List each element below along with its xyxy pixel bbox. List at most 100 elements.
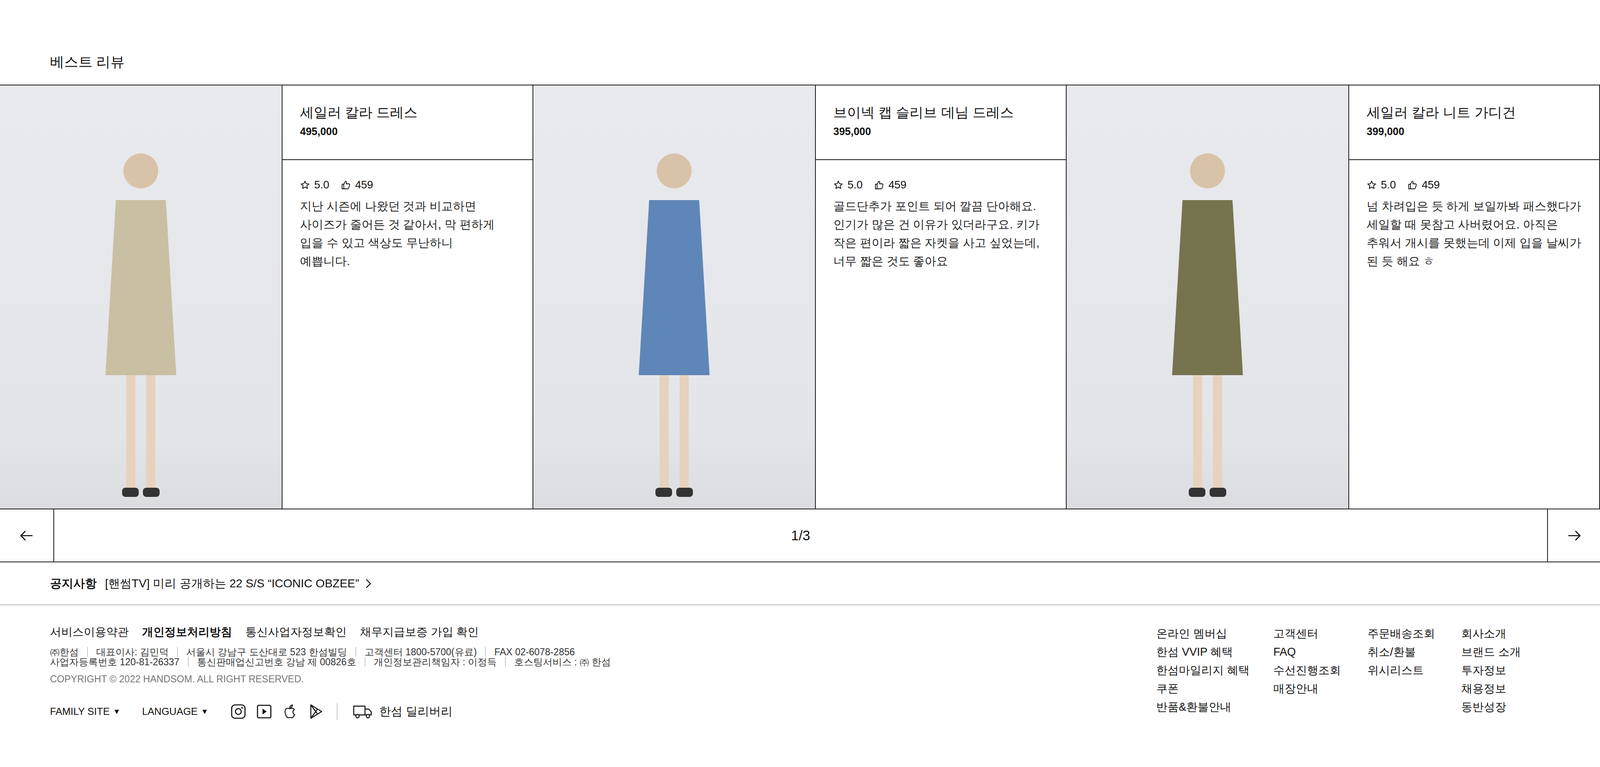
apple-icon[interactable] xyxy=(281,702,299,720)
footer-link[interactable]: 통신사업자정보확인 xyxy=(245,624,347,640)
instagram-icon[interactable] xyxy=(230,702,247,720)
footer-menu-link[interactable]: 동반성장 xyxy=(1461,697,1550,716)
footer-menu-column: 회사소개브랜드 소개투자정보채용정보동반성장 xyxy=(1461,624,1550,720)
site-select[interactable]: LANGUAGE▼ xyxy=(142,705,209,718)
arrow-right-icon[interactable] xyxy=(1565,527,1583,544)
product-price: 395,000 xyxy=(833,125,1054,138)
product-name[interactable]: 세일러 칼라 니트 가디건 xyxy=(1366,103,1587,122)
footer-menu-column: 주문배송조회취소/환불위시리스트 xyxy=(1367,624,1462,720)
footer: 서비스이용약관 개인정보처리방침 통신사업자정보확인 채무지급보증 가입 확인 ㈜한섬대… xyxy=(0,605,1600,728)
product-name[interactable]: 브이넥 캡 슬리브 데님 드레스 xyxy=(833,103,1054,122)
company-info-item: 통신판매업신고번호 강남 제 00826호 xyxy=(187,656,365,667)
footer-menu-link[interactable]: 온라인 멤버십 xyxy=(1156,624,1274,643)
review-text: 지난 시즌에 나왔던 것과 비교하면 사이즈가 줄어든 것 같아서, 막 편하게… xyxy=(300,197,516,271)
review-meta: 5.0459 xyxy=(300,178,516,192)
section-title: 베스트 리뷰 xyxy=(0,0,1600,85)
likes-count: 459 xyxy=(1421,178,1440,192)
prev-button[interactable] xyxy=(0,509,55,562)
notice-link[interactable]: [핸썸TV] 미리 공개하는 22 S/S “ICONIC OBZEE” xyxy=(105,575,373,592)
copyright: COPYRIGHT © 2022 HANDSOM. ALL RIGHT RESE… xyxy=(50,673,1157,685)
footer-info: 서비스이용약관 개인정보처리방침 통신사업자정보확인 채무지급보증 가입 확인 ㈜한섬대… xyxy=(50,624,1157,720)
model-figure-icon xyxy=(1153,141,1262,509)
notice-bar: 공지사항[핸썸TV] 미리 공개하는 22 S/S “ICONIC OBZEE” xyxy=(0,562,1600,605)
company-info-item: ㈜한섬 xyxy=(50,646,88,657)
rating: 5.0 xyxy=(314,178,330,192)
footer-menu-link[interactable]: 주문배송조회 xyxy=(1367,624,1462,643)
thumbs-up-icon[interactable] xyxy=(1407,180,1418,190)
caret-icon[interactable]: ▼ xyxy=(200,707,209,716)
footer-menu-link[interactable]: 한섬 VVIP 혜택 xyxy=(1156,642,1274,661)
footer-links: 서비스이용약관 개인정보처리방침 통신사업자정보확인 채무지급보증 가입 확인 xyxy=(50,624,1157,640)
site-select[interactable]: FAMILY SITE▼ xyxy=(50,705,121,718)
social-links xyxy=(230,702,338,720)
product-photo[interactable] xyxy=(0,85,283,509)
truck-icon[interactable] xyxy=(352,703,373,719)
review-meta: 5.0 459 xyxy=(833,178,1050,192)
footer-bottom: FAMILY SITE▼LANGUAGE▼한섬 딜리버리 xyxy=(50,702,1157,720)
footer-menu-link[interactable]: 쿠폰 xyxy=(1156,679,1274,698)
footer-menu-link[interactable]: FAQ xyxy=(1273,642,1368,661)
company-info-item: 고객센터 1800-5700(유료) xyxy=(355,646,486,657)
footer-menu-link[interactable]: 취소/환불 xyxy=(1367,642,1462,661)
footer-link[interactable]: 서비스이용약관 xyxy=(50,624,129,640)
company-info-item: 개인정보관리책임자 : 이정득 xyxy=(364,656,505,667)
footer-menu-link[interactable]: 수선진행조회 xyxy=(1273,660,1368,680)
footer-menu-link[interactable]: 고객센터 xyxy=(1273,624,1368,643)
review-info: 세일러 칼라 니트 가디건399,000 5.0459 넘 차려입은 듯 하게 보일… xyxy=(1349,85,1600,509)
company-info-line: 사업자등록번호 120-81-26337통신판매업신고번호 강남 제 00826… xyxy=(50,656,1157,667)
notice-label: 공지사항 xyxy=(50,575,105,592)
rating: 5.0 xyxy=(847,178,863,192)
product-header: 세일러 칼라 드레스495,000 xyxy=(282,85,533,160)
company-info-item: 호스팅서비스 : ㈜ 한섬 xyxy=(505,656,620,667)
chevron-right-icon[interactable] xyxy=(364,577,373,590)
page-indicator: 1/3 xyxy=(54,509,1548,562)
review-card[interactable]: 브이넥 캡 슬리브 데님 드레스 395,000 5.0 459 골드단추가 포인트 되… xyxy=(533,85,1067,509)
product-photo[interactable] xyxy=(1066,85,1350,509)
model-figure-icon xyxy=(86,141,195,509)
footer-link[interactable]: 채무지급보증 가입 확인 xyxy=(360,624,479,640)
review-body: 5.0459 넘 차려입은 듯 하게 보일까봐 패스했다가 세일할 때 못참고 사… xyxy=(1349,160,1600,279)
review-text: 넘 차려입은 듯 하게 보일까봐 패스했다가 세일할 때 못참고 사버렸어요. … xyxy=(1366,197,1583,271)
caret-icon[interactable]: ▼ xyxy=(112,707,121,716)
delivery-label[interactable]: 한섬 딜리버리 xyxy=(379,703,453,720)
footer-menu-link[interactable]: 한섬마일리지 혜택 xyxy=(1156,660,1274,680)
footer-menu-link[interactable]: 위시리스트 xyxy=(1367,660,1462,680)
youtube-icon[interactable] xyxy=(255,702,273,720)
review-card[interactable]: 세일러 칼라 니트 가디건399,000 5.0459 넘 차려입은 듯 하게 보일… xyxy=(1066,85,1600,509)
product-header: 세일러 칼라 니트 가디건399,000 xyxy=(1349,85,1600,160)
footer-menu-link[interactable]: 투자정보 xyxy=(1461,660,1550,680)
thumbs-up-icon[interactable] xyxy=(340,180,351,190)
company-info-line: ㈜한섬대표이사: 김민덕서울시 강남구 도산대로 523 한섬빌딩고객센터 18… xyxy=(50,646,1157,657)
footer-menu-link[interactable]: 회사소개 xyxy=(1461,624,1550,643)
review-info: 세일러 칼라 드레스495,000 5.0459 지난 시즌에 나왔던 것과 비교하… xyxy=(282,85,534,509)
model-figure-icon xyxy=(620,141,729,509)
review-carousel[interactable]: 세일러 칼라 드레스495,0005.0459지난 시즌에 나왔던 것과 비교하… xyxy=(0,84,1600,510)
footer-menu-link[interactable]: 채용정보 xyxy=(1461,679,1550,698)
footer-menu-column: 온라인 멤버십한섬 VVIP 혜택한섬마일리지 혜택쿠폰반품&환불안내 xyxy=(1156,624,1274,720)
company-info-item: 대표이사: 김민덕 xyxy=(87,646,178,657)
delivery-link[interactable]: 한섬 딜리버리 xyxy=(352,703,453,720)
select-label[interactable]: LANGUAGE xyxy=(142,705,198,718)
next-button[interactable] xyxy=(1547,509,1600,562)
thumbs-up-icon[interactable] xyxy=(874,180,885,190)
product-photo[interactable] xyxy=(533,85,816,509)
footer-menu-link[interactable]: 반품&환불안내 xyxy=(1156,697,1274,716)
star-icon xyxy=(1366,180,1377,190)
review-info: 브이넥 캡 슬리브 데님 드레스 395,000 5.0 459 골드단추가 포인트 되… xyxy=(815,85,1067,509)
footer-menu-link[interactable]: 브랜드 소개 xyxy=(1461,642,1550,661)
notice-text[interactable]: [핸썸TV] 미리 공개하는 22 S/S “ICONIC OBZEE” xyxy=(105,575,360,592)
review-text: 골드단추가 포인트 되어 깔끔 단아해요. 인기가 많은 건 이유가 있더라구요… xyxy=(833,197,1050,271)
select-label[interactable]: FAMILY SITE xyxy=(50,705,110,718)
carousel-pager: 1/3 xyxy=(0,509,1600,563)
arrow-left-icon[interactable] xyxy=(18,527,35,544)
review-meta: 5.0459 xyxy=(1366,178,1583,192)
likes-count: 459 xyxy=(888,178,907,192)
footer-link[interactable]: 개인정보처리방침 xyxy=(142,624,233,640)
product-name[interactable]: 세일러 칼라 드레스 xyxy=(300,103,520,122)
review-body: 5.0459 지난 시즌에 나왔던 것과 비교하면 사이즈가 줄어든 것 같아서,… xyxy=(282,160,533,279)
star-icon xyxy=(300,180,310,190)
review-card[interactable]: 세일러 칼라 드레스495,000 5.0459 지난 시즌에 나왔던 것과 비교하… xyxy=(0,85,534,509)
google-play-icon[interactable] xyxy=(307,702,325,720)
product-header: 브이넥 캡 슬리브 데님 드레스 395,000 xyxy=(815,85,1066,160)
footer-menu-link[interactable]: 매장안내 xyxy=(1273,679,1368,698)
